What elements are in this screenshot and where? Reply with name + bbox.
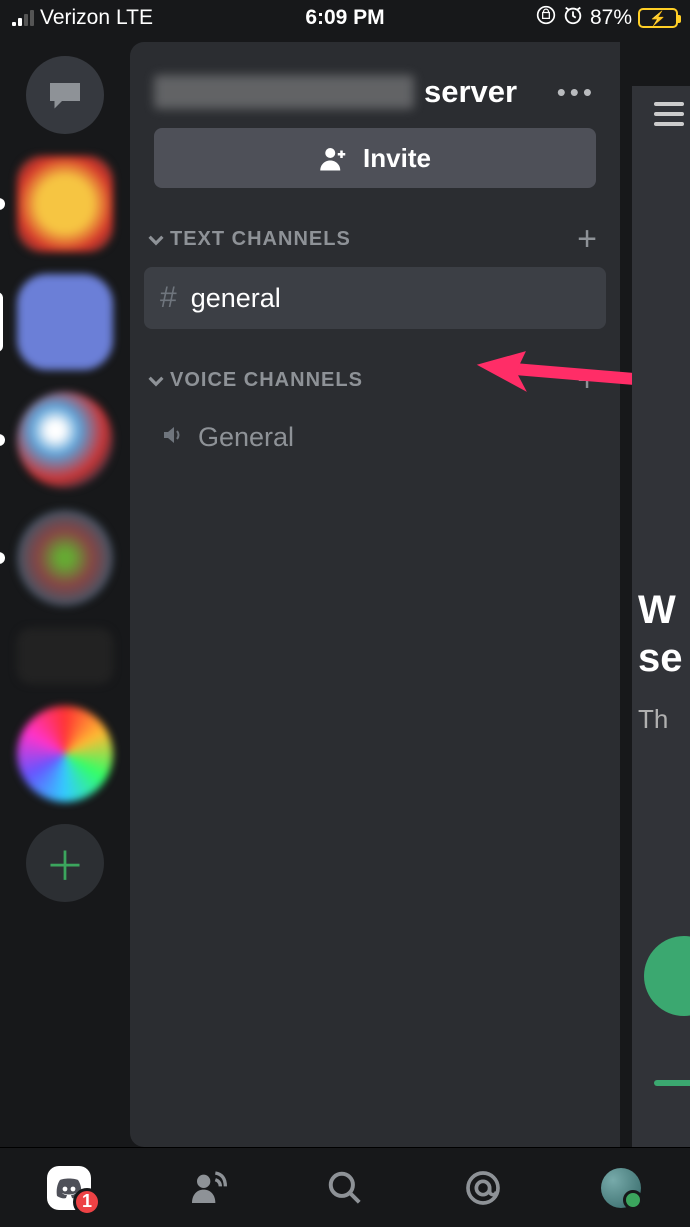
- add-server-button[interactable]: ＋: [26, 824, 104, 902]
- peek-subtext: Th: [638, 704, 690, 735]
- voice-channel-name-label: General: [198, 422, 294, 453]
- tab-home[interactable]: 1: [44, 1163, 94, 1213]
- channel-panel: server ••• Invite TEXT CHANNELS + # gene…: [130, 42, 620, 1147]
- direct-messages-button[interactable]: [26, 56, 104, 134]
- search-icon: [326, 1169, 364, 1207]
- voice-channels-label: VOICE CHANNELS: [170, 369, 363, 392]
- battery-pct: 87%: [590, 6, 632, 30]
- peek-heading: Wse: [638, 586, 690, 682]
- signal-icon: [12, 10, 34, 26]
- clock: 6:09 PM: [305, 6, 384, 30]
- invite-person-icon: [319, 145, 349, 171]
- tab-mentions[interactable]: [458, 1163, 508, 1213]
- tab-profile[interactable]: [596, 1163, 646, 1213]
- server-name: server: [154, 74, 517, 110]
- speech-bubble-icon: [46, 80, 84, 110]
- channel-general-text[interactable]: # general: [144, 267, 606, 329]
- tab-friends[interactable]: [182, 1163, 232, 1213]
- server-more-button[interactable]: •••: [557, 77, 596, 108]
- status-right: 87% ⚡: [536, 4, 678, 32]
- invite-label: Invite: [363, 143, 431, 174]
- friends-icon: [187, 1168, 227, 1208]
- text-channels-category[interactable]: TEXT CHANNELS +: [144, 188, 606, 267]
- tab-bar: 1: [0, 1147, 690, 1227]
- channel-general-voice[interactable]: General: [144, 408, 606, 467]
- server-item-2-active[interactable]: [17, 274, 113, 370]
- server-name-suffix: server: [424, 74, 517, 110]
- carrier-label: Verizon: [40, 6, 110, 30]
- at-icon: [463, 1168, 503, 1208]
- server-item-3[interactable]: [17, 392, 113, 488]
- invite-button[interactable]: Invite: [154, 128, 596, 188]
- wave-button-peek[interactable]: [644, 936, 690, 1016]
- chevron-down-icon: [148, 232, 164, 248]
- server-item-4[interactable]: [17, 510, 113, 606]
- add-text-channel-button[interactable]: +: [577, 220, 598, 259]
- orientation-lock-icon: [536, 5, 556, 31]
- hamburger-icon[interactable]: [654, 102, 690, 126]
- server-header[interactable]: server •••: [144, 42, 606, 128]
- hash-icon: #: [160, 281, 177, 315]
- text-channels-label: TEXT CHANNELS: [170, 228, 351, 251]
- chat-panel-peek[interactable]: Wse Th: [632, 86, 690, 1166]
- notification-badge: 1: [73, 1188, 101, 1216]
- peek-accent: [654, 1080, 690, 1086]
- battery-icon: ⚡: [638, 8, 678, 28]
- server-item-6[interactable]: [17, 706, 113, 802]
- tab-search[interactable]: [320, 1163, 370, 1213]
- chevron-down-icon: [148, 373, 164, 389]
- server-item-1[interactable]: [17, 156, 113, 252]
- channel-name-label: general: [191, 283, 281, 314]
- status-left: Verizon LTE: [12, 6, 153, 30]
- server-item-5[interactable]: [17, 628, 113, 684]
- user-avatar: [601, 1168, 641, 1208]
- server-list: ＋: [0, 36, 130, 1147]
- add-voice-channel-button[interactable]: +: [577, 361, 598, 400]
- alarm-icon: [562, 4, 584, 32]
- server-name-redacted: [154, 75, 414, 109]
- network-label: LTE: [116, 6, 153, 30]
- plus-icon: ＋: [45, 834, 85, 892]
- main-area: ＋ server ••• Invite TEXT CHANNELS + # ge…: [0, 36, 690, 1147]
- status-bar: Verizon LTE 6:09 PM 87% ⚡: [0, 0, 690, 36]
- speaker-icon: [160, 423, 184, 453]
- voice-channels-category[interactable]: VOICE CHANNELS +: [144, 329, 606, 408]
